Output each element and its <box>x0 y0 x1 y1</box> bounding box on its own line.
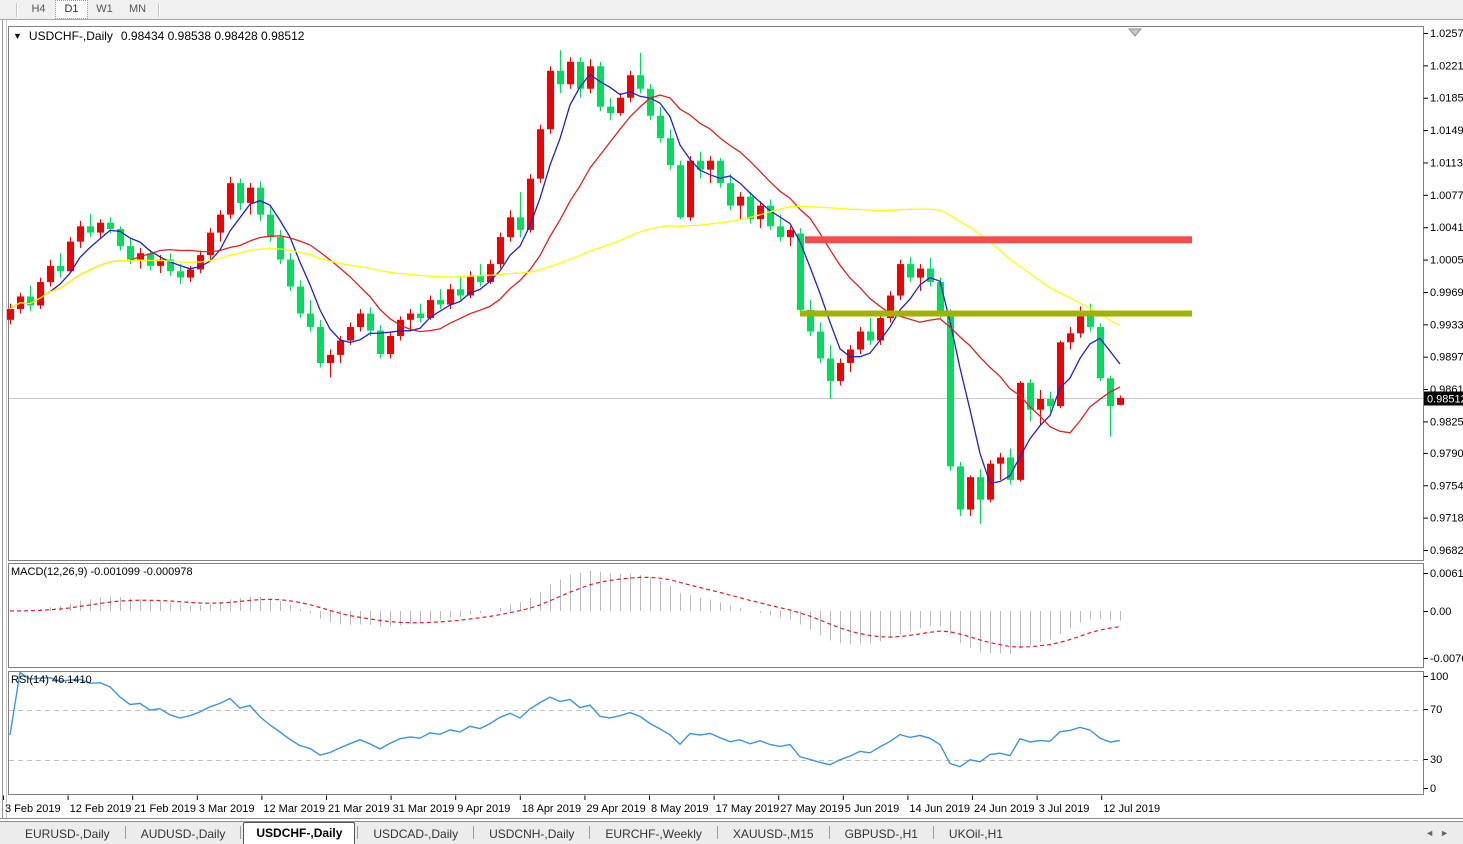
chart-ohlc-values: 0.98434 0.98538 0.98428 0.98512 <box>121 29 305 43</box>
svg-text:21 Mar 2019: 21 Mar 2019 <box>328 803 390 815</box>
svg-text:3 Jul 2019: 3 Jul 2019 <box>1039 803 1090 815</box>
macd-pane-label: MACD(12,26,9) -0.001099 -0.000978 <box>11 566 193 578</box>
svg-text:1.01130: 1.01130 <box>1430 157 1463 169</box>
tab-gbpusd-h1[interactable]: GBPUSD-,H1 <box>832 824 931 844</box>
chevron-down-icon[interactable]: ▼ <box>13 31 22 41</box>
tab-eurusd-daily[interactable]: EURUSD-,Daily <box>12 824 123 844</box>
tab-separator <box>357 826 358 839</box>
chart-canvas[interactable]: 1.02570 1.02210 1.01850 1.01490 1.01130 1.007… <box>0 0 1463 844</box>
svg-text:0.00613: 0.00613 <box>1430 568 1463 580</box>
svg-text:8 May 2019: 8 May 2019 <box>651 803 708 815</box>
svg-text:0.98970: 0.98970 <box>1430 352 1463 364</box>
symbol-tabbar: EURUSD-,DailyAUDUSD-,DailyUSDCHF-,DailyU… <box>0 821 1463 844</box>
svg-text:31 Mar 2019: 31 Mar 2019 <box>393 803 455 815</box>
svg-text:3 Feb 2019: 3 Feb 2019 <box>5 803 61 815</box>
svg-text:0.97180: 0.97180 <box>1430 513 1463 525</box>
svg-text:100: 100 <box>1430 671 1448 683</box>
svg-text:29 Apr 2019: 29 Apr 2019 <box>586 803 645 815</box>
svg-text:5 Jun 2019: 5 Jun 2019 <box>845 803 899 815</box>
svg-text:30: 30 <box>1430 754 1442 766</box>
svg-text:1.00770: 1.00770 <box>1430 190 1463 202</box>
svg-text:27 May 2019: 27 May 2019 <box>780 803 844 815</box>
mt4-window: H4D1W1MN 1.025701.022101.018501.014901.0… <box>0 0 1463 844</box>
svg-text:-0.007612: -0.007612 <box>1430 653 1463 665</box>
svg-text:0.97540: 0.97540 <box>1430 480 1463 492</box>
tab-usdchf-daily[interactable]: USDCHF-,Daily <box>243 822 355 844</box>
svg-text:1.00050: 1.00050 <box>1430 255 1463 267</box>
svg-text:1.02210: 1.02210 <box>1430 60 1463 72</box>
tab-xauusd-m15[interactable]: XAUUSD-,M15 <box>720 824 827 844</box>
svg-text:70: 70 <box>1430 704 1442 716</box>
svg-text:0.00: 0.00 <box>1430 606 1451 618</box>
rsi-pane-label: RSI(14) 46.1410 <box>11 674 92 686</box>
tab-audusd-daily[interactable]: AUDUSD-,Daily <box>128 824 239 844</box>
svg-text:0.99330: 0.99330 <box>1430 319 1463 331</box>
tab-usdcad-daily[interactable]: USDCAD-,Daily <box>360 824 471 844</box>
svg-text:0.96820: 0.96820 <box>1430 545 1463 557</box>
tab-scroll-arrows[interactable]: ◄► <box>1425 828 1455 838</box>
tab-scroll-right-icon: ► <box>1440 828 1455 838</box>
svg-text:0: 0 <box>1430 783 1436 795</box>
svg-text:1.01850: 1.01850 <box>1430 93 1463 105</box>
rsi-value: 46.1410 <box>52 674 92 686</box>
svg-text:3 Mar 2019: 3 Mar 2019 <box>199 803 255 815</box>
chart-symbol-label: USDCHF-,Daily <box>29 29 113 43</box>
tab-usdcnh-daily[interactable]: USDCNH-,Daily <box>476 824 587 844</box>
tab-separator <box>829 826 830 839</box>
tab-separator <box>473 826 474 839</box>
svg-text:1.01490: 1.01490 <box>1430 125 1463 137</box>
tab-separator <box>125 826 126 839</box>
svg-text:21 Feb 2019: 21 Feb 2019 <box>134 803 196 815</box>
svg-text:0.99690: 0.99690 <box>1430 287 1463 299</box>
chart-title: ▼ USDCHF-,Daily 0.98434 0.98538 0.98428 0.… <box>13 29 304 43</box>
svg-text:12 Mar 2019: 12 Mar 2019 <box>263 803 325 815</box>
svg-text:0.97900: 0.97900 <box>1430 448 1463 460</box>
tab-ukoil-h1[interactable]: UKOil-,H1 <box>936 824 1016 844</box>
svg-text:12 Feb 2019: 12 Feb 2019 <box>70 803 132 815</box>
tab-separator <box>589 826 590 839</box>
tab-separator <box>933 826 934 839</box>
svg-text:9 Apr 2019: 9 Apr 2019 <box>457 803 510 815</box>
tab-separator <box>717 826 718 839</box>
tab-eurchf-weekly[interactable]: EURCHF-,Weekly <box>592 824 714 844</box>
svg-text:17 May 2019: 17 May 2019 <box>716 803 780 815</box>
svg-text:1.00410: 1.00410 <box>1430 222 1463 234</box>
svg-text:14 Jun 2019: 14 Jun 2019 <box>909 803 970 815</box>
tab-separator <box>240 826 241 839</box>
svg-text:0.98250: 0.98250 <box>1430 416 1463 428</box>
svg-text:0.98512: 0.98512 <box>1427 394 1463 406</box>
svg-text:12 Jul 2019: 12 Jul 2019 <box>1103 803 1160 815</box>
svg-text:1.02570: 1.02570 <box>1430 28 1463 40</box>
svg-text:18 Apr 2019: 18 Apr 2019 <box>522 803 581 815</box>
tab-scroll-left-icon: ◄ <box>1425 828 1440 838</box>
macd-values: -0.001099 -0.000978 <box>90 566 192 578</box>
svg-text:24 Jun 2019: 24 Jun 2019 <box>974 803 1035 815</box>
